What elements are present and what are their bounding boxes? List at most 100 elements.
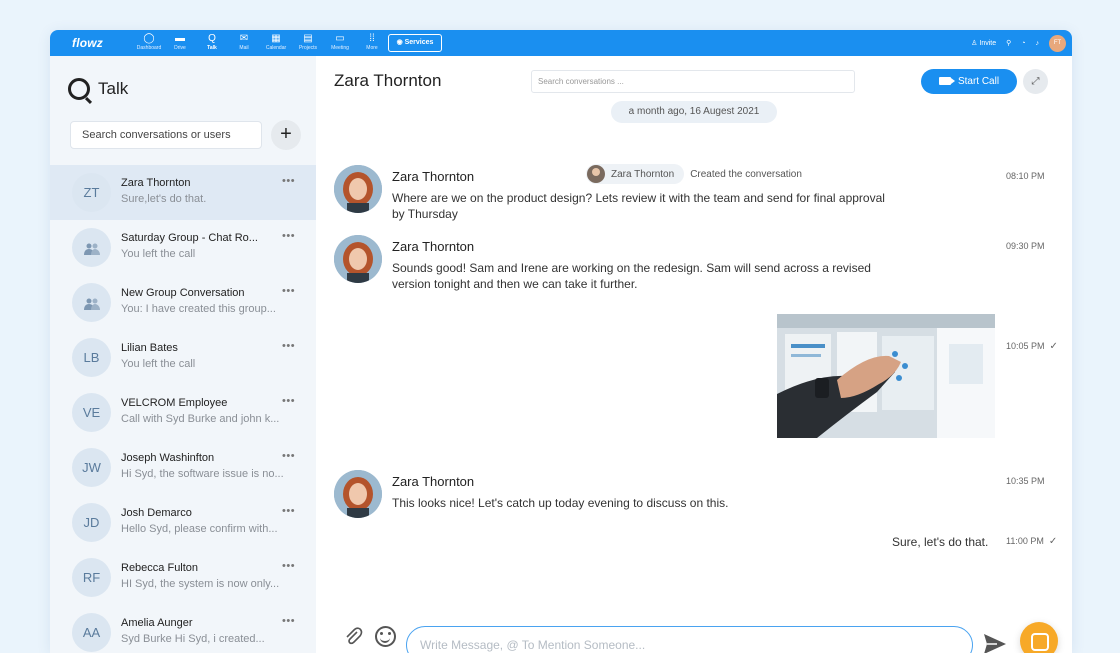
mail-icon: ✉ — [229, 32, 259, 45]
nav-talk[interactable]: Q Talk — [197, 32, 227, 56]
avatar[interactable] — [334, 165, 382, 213]
conversation-item[interactable]: Saturday Group - Chat Ro... You left the… — [50, 220, 316, 275]
message-text: Sounds good! Sam and Irene are working o… — [392, 260, 892, 292]
conversation-name: Josh Demarco — [121, 507, 192, 519]
more-options-icon[interactable]: ••• — [282, 615, 295, 627]
talk-header: Talk — [68, 78, 128, 100]
expand-button[interactable]: ⤢ — [1023, 69, 1048, 94]
expand-icon: ⤢ — [1032, 76, 1040, 87]
search-chat-input[interactable]: Search conversations ... — [531, 70, 855, 93]
avatar[interactable] — [334, 235, 382, 283]
nav-calendar[interactable]: ▦ Calendar — [261, 32, 291, 56]
shared-image[interactable] — [777, 314, 995, 438]
zara-avatar-image — [334, 470, 382, 518]
invite-button[interactable]: ♙ Invite — [971, 39, 996, 47]
paperclip-icon — [343, 626, 363, 646]
conversation-name: Zara Thornton — [121, 177, 191, 189]
more-options-icon[interactable]: ••• — [282, 450, 295, 462]
bell-icon[interactable]: ♪ — [1036, 40, 1040, 47]
attachment-icon[interactable] — [343, 626, 363, 651]
notification-icon[interactable]: ◔ — [1021, 40, 1025, 47]
zara-avatar-image — [334, 235, 382, 283]
nav-drive[interactable]: ▬ Drive — [165, 32, 195, 56]
avatar[interactable] — [334, 470, 382, 518]
avatar: LB — [72, 338, 111, 377]
more-options-icon[interactable]: ••• — [282, 395, 295, 407]
nav-meeting[interactable]: ▭ Meeting — [325, 32, 355, 56]
conversation-item[interactable]: LB Lilian Bates You left the call ••• — [50, 330, 316, 385]
read-check-icon: ✓ — [1050, 341, 1058, 352]
conversation-item[interactable]: VE VELCROM Employee Call with Syd Burke … — [50, 385, 316, 440]
add-user-icon: ♙ — [971, 40, 977, 47]
nav-dashboard[interactable]: ◯ Dashboard — [134, 32, 164, 56]
send-icon[interactable] — [983, 633, 1007, 653]
message-time: 11:00 PM✓ — [1006, 536, 1057, 547]
conversation-list: ZT Zara Thornton Sure,let's do that. •••… — [50, 165, 316, 653]
paper-plane-icon — [983, 633, 1007, 653]
avatar: VE — [72, 393, 111, 432]
avatar: JD — [72, 503, 111, 542]
conversation-item[interactable]: JW Joseph Washinfton Hi Syd, the softwar… — [50, 440, 316, 495]
top-right-tools: ♙ Invite ⚲ ◔ ♪ FT — [971, 34, 1066, 52]
conversation-name: New Group Conversation — [121, 287, 245, 299]
read-check-icon: ✓ — [1049, 536, 1057, 547]
more-options-icon[interactable]: ••• — [282, 175, 295, 187]
group-icon — [84, 243, 100, 255]
conversation-name: VELCROM Employee — [121, 397, 227, 409]
conversation-item[interactable]: RF Rebecca Fulton HI Syd, the system is … — [50, 550, 316, 605]
conversation-preview: You left the call — [121, 248, 291, 260]
conversation-item[interactable]: JD Josh Demarco Hello Syd, please confir… — [50, 495, 316, 550]
message-time: 08:10 PM — [1006, 171, 1045, 181]
conversation-name: Joseph Washinfton — [121, 452, 214, 464]
group-avatar — [72, 283, 111, 322]
message-text: Where are we on the product design? Lets… — [392, 190, 892, 222]
conversation-preview: You left the call — [121, 358, 291, 370]
services-button[interactable]: ◉ Services — [388, 34, 442, 52]
nav-more[interactable]: ⁞⁞ More — [357, 32, 387, 56]
flowz-logo[interactable]: flowz — [72, 36, 103, 50]
more-options-icon[interactable]: ••• — [282, 505, 295, 517]
search-icon[interactable]: ⚲ — [1006, 39, 1011, 47]
search-conversations-input[interactable]: Search conversations or users — [70, 121, 262, 149]
chat-title: Zara Thornton — [334, 71, 441, 91]
more-options-icon[interactable]: ••• — [282, 230, 295, 242]
chat-support-button[interactable] — [1020, 622, 1058, 653]
app-window: flowz ◯ Dashboard ▬ Drive Q Talk ✉ Mail … — [50, 30, 1072, 653]
more-options-icon[interactable]: ••• — [282, 285, 295, 297]
chat-panel: Zara Thornton Search conversations ... S… — [316, 56, 1072, 653]
message-time: 10:35 PM — [1006, 476, 1045, 486]
more-grid-icon: ⁞⁞ — [357, 32, 387, 45]
conversation-name: Saturday Group - Chat Ro... — [121, 232, 258, 244]
conversation-name: Rebecca Fulton — [121, 562, 198, 574]
more-options-icon[interactable]: ••• — [282, 340, 295, 352]
message-sender: Zara Thornton — [392, 474, 474, 489]
message-text: This looks nice! Let's catch up today ev… — [392, 495, 892, 511]
emoji-icon[interactable] — [375, 626, 396, 647]
conversation-item[interactable]: ZT Zara Thornton Sure,let's do that. ••• — [50, 165, 316, 220]
conversation-preview: Sure,let's do that. — [121, 193, 291, 205]
user-avatar[interactable]: FT — [1049, 35, 1066, 52]
conversation-preview: Hi Syd, the software issue is no... — [121, 468, 291, 480]
message-composer: Write Message, @ To Mention Someone... — [316, 588, 1072, 653]
new-conversation-button[interactable]: + — [271, 120, 301, 150]
conversation-sidebar: Talk Search conversations or users + ZT … — [50, 56, 316, 653]
nav-projects[interactable]: ▤ Projects — [293, 32, 323, 56]
start-call-button[interactable]: Start Call — [921, 69, 1017, 94]
conversation-item[interactable]: AA Amelia Aunger Syd Burke Hi Syd, i cre… — [50, 605, 316, 653]
services-icon: ◉ — [397, 39, 403, 46]
conversation-preview: Call with Syd Burke and john k... — [121, 413, 291, 425]
group-icon — [84, 298, 100, 310]
avatar: ZT — [72, 173, 111, 212]
message-input[interactable]: Write Message, @ To Mention Someone... — [406, 626, 973, 653]
talk-icon: Q — [197, 32, 227, 45]
nav-mail[interactable]: ✉ Mail — [229, 32, 259, 56]
creator-chip[interactable]: Zara Thornton — [586, 164, 684, 184]
dashboard-icon: ◯ — [134, 32, 164, 45]
message-time: 09:30 PM — [1006, 241, 1045, 251]
drive-icon: ▬ — [165, 32, 195, 45]
more-options-icon[interactable]: ••• — [282, 560, 295, 572]
calendar-icon: ▦ — [261, 32, 291, 45]
conversation-item[interactable]: New Group Conversation You: I have creat… — [50, 275, 316, 330]
conversation-preview: Syd Burke Hi Syd, i created... — [121, 633, 291, 645]
conversation-name: Lilian Bates — [121, 342, 178, 354]
